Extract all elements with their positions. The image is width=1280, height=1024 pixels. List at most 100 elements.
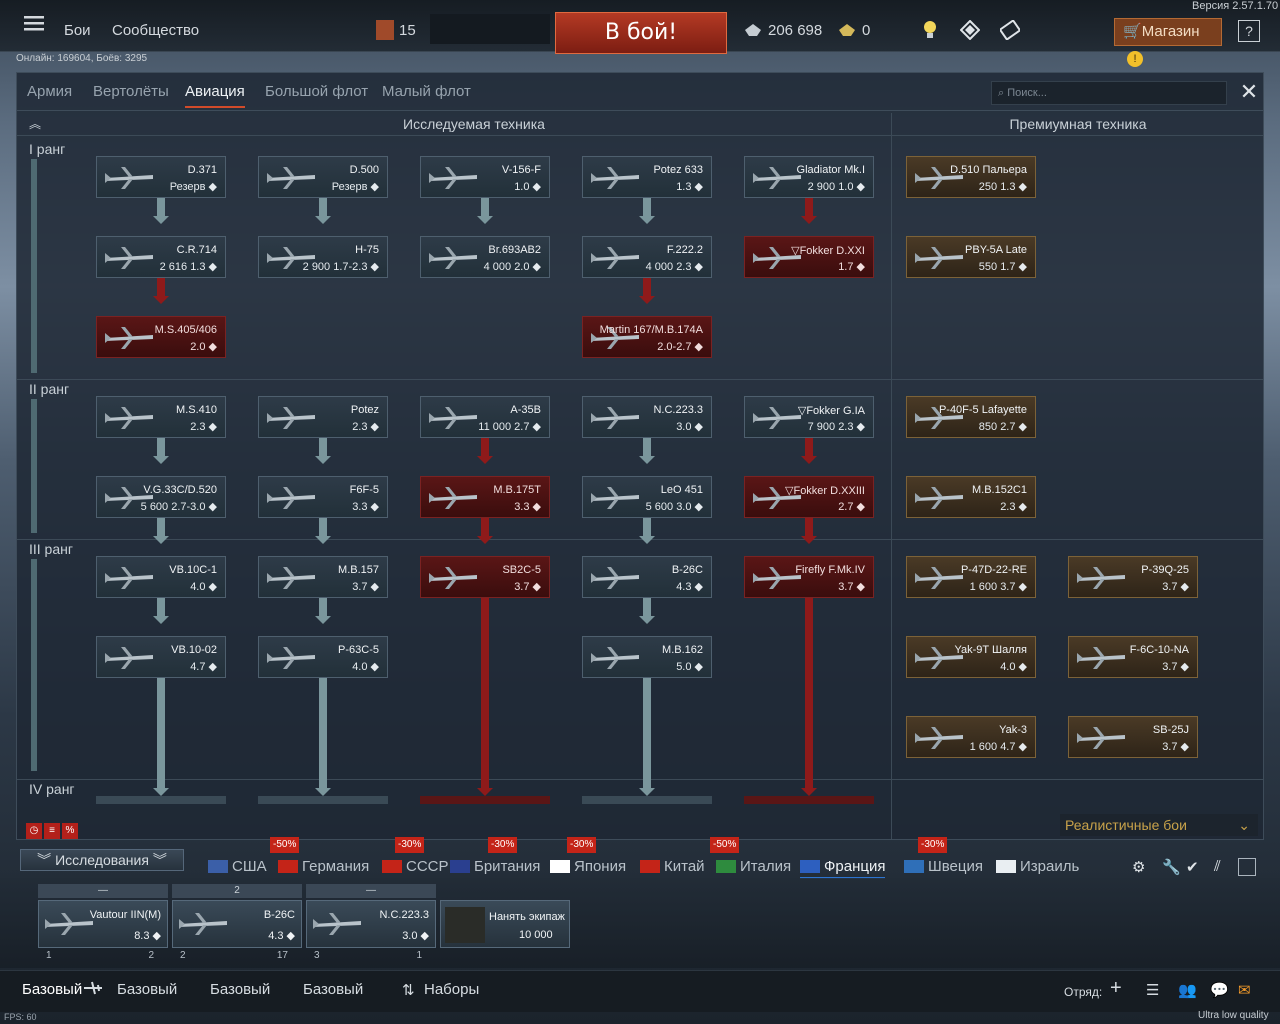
vehicle-card[interactable]: Martin 167/M.B.174A 2.0-2.7 ◆ xyxy=(582,316,712,358)
vehicle-card[interactable]: C.R.714 2 616 1.3 ◆ xyxy=(96,236,226,278)
vehicle-card[interactable]: ▽Fokker D.XXIII 2.7 ◆ xyxy=(744,476,874,518)
shop-button[interactable]: 🛒Магазин ! xyxy=(1114,18,1222,67)
vehicle-card[interactable]: ▽Fokker D.XXI 1.7 ◆ xyxy=(744,236,874,278)
next-rank-card[interactable] xyxy=(582,796,712,804)
vehicle-card[interactable]: P-40F-5 Lafayette 850 2.7 ◆ xyxy=(906,396,1036,438)
checkbox-icon[interactable] xyxy=(1238,858,1256,876)
rank-label[interactable]: II ранг xyxy=(29,381,69,397)
vehicle-card[interactable]: V.G.33C/D.520 5 600 2.7-3.0 ◆ xyxy=(96,476,226,518)
vehicle-card[interactable]: A-35B 11 000 2.7 ◆ xyxy=(420,396,550,438)
vehicle-card[interactable]: Yak-3 1 600 4.7 ◆ xyxy=(906,716,1036,758)
vehicle-card[interactable]: VB.10C-1 4.0 ◆ xyxy=(96,556,226,598)
vehicle-card[interactable]: LeO 451 5 600 3.0 ◆ xyxy=(582,476,712,518)
vehicle-card[interactable]: Firefly F.Mk.IV 3.7 ◆ xyxy=(744,556,874,598)
tab-aviation[interactable]: Авиация xyxy=(185,83,245,108)
chat-icon[interactable]: 💬 xyxy=(1210,981,1229,999)
crew-slot[interactable]: — N.C.223.3 3.0 ◆ 3 1 xyxy=(306,884,436,961)
vehicle-card[interactable]: Gladiator Mk.I 2 900 1.0 ◆ xyxy=(744,156,874,198)
crew-slot[interactable]: 2 B-26C 4.3 ◆ 2 17 xyxy=(172,884,302,961)
nation-tab[interactable]: Италия xyxy=(716,858,791,875)
vehicle-card[interactable]: B-26C 4.3 ◆ xyxy=(582,556,712,598)
vehicle-card[interactable]: M.B.175T 3.3 ◆ xyxy=(420,476,550,518)
rank-label[interactable]: IV ранг xyxy=(29,781,75,797)
vehicle-card[interactable]: P-47D-22-RE 1 600 3.7 ◆ xyxy=(906,556,1036,598)
list-icon[interactable]: ☰ xyxy=(1146,981,1159,999)
vehicle-card[interactable]: M.B.152C1 2.3 ◆ xyxy=(906,476,1036,518)
hire-crew-slot[interactable]: Нанять экипаж 10 000 xyxy=(440,884,570,960)
preset-tab[interactable]: Базовый xyxy=(303,981,363,998)
menu-community[interactable]: Сообщество xyxy=(112,22,199,39)
nation-tab[interactable]: США xyxy=(208,858,267,875)
vehicle-card[interactable]: VB.10-02 4.7 ◆ xyxy=(96,636,226,678)
vehicle-card[interactable]: M.S.410 2.3 ◆ xyxy=(96,396,226,438)
next-rank-card[interactable] xyxy=(420,796,550,804)
nation-tab[interactable]: Израиль xyxy=(996,858,1079,875)
tab-army[interactable]: Армия xyxy=(27,83,72,100)
sort-icon[interactable]: ⇅ xyxy=(402,981,415,999)
coupon-icon[interactable] xyxy=(998,19,1022,41)
vehicle-card[interactable]: F6F-5 3.3 ◆ xyxy=(258,476,388,518)
tab-bluewater-fleet[interactable]: Большой флот xyxy=(265,83,368,100)
vehicle-card[interactable]: Potez 633 1.3 ◆ xyxy=(582,156,712,198)
timer-badge-icon[interactable]: ◷ xyxy=(26,823,42,839)
menu-icon[interactable] xyxy=(24,14,44,32)
contacts-icon[interactable]: 👥 xyxy=(1178,981,1197,999)
to-battle-button[interactable]: В бой! xyxy=(555,12,727,54)
vehicle-card[interactable]: P-39Q-25 3.7 ◆ xyxy=(1068,556,1198,598)
vehicle-card[interactable]: Potez 2.3 ◆ xyxy=(258,396,388,438)
vehicle-card[interactable]: V-156-F 1.0 ◆ xyxy=(420,156,550,198)
lightbulb-icon[interactable] xyxy=(922,20,938,40)
vehicle-card[interactable]: M.B.162 5.0 ◆ xyxy=(582,636,712,678)
check-icon[interactable]: ✔ xyxy=(1186,858,1199,876)
avatar[interactable] xyxy=(376,20,394,40)
nation-tab[interactable]: Германия xyxy=(278,858,369,875)
vehicle-card[interactable]: SB-25J 3.7 ◆ xyxy=(1068,716,1198,758)
game-mode-select[interactable]: Реалистичные бои ⌄ xyxy=(1060,814,1258,836)
next-rank-card[interactable] xyxy=(96,796,226,804)
vehicle-card[interactable]: D.510 Пальера 250 1.3 ◆ xyxy=(906,156,1036,198)
sets-tab[interactable]: Наборы xyxy=(424,981,479,998)
preset-tab[interactable]: Базовый xyxy=(117,981,177,998)
add-squad-icon[interactable]: + xyxy=(1110,977,1122,1000)
vehicle-card[interactable]: Br.693AB2 4 000 2.0 ◆ xyxy=(420,236,550,278)
mail-icon[interactable]: ✉ xyxy=(1238,981,1251,999)
collapse-icon[interactable]: ︽ xyxy=(25,113,45,135)
tab-coastal-fleet[interactable]: Малый флот xyxy=(382,83,471,100)
help-button[interactable]: ? xyxy=(1238,20,1260,42)
nation-tab[interactable]: Швеция xyxy=(904,858,983,875)
nation-tab[interactable]: Британия xyxy=(450,858,540,875)
vehicle-card[interactable]: F.222.2 4 000 2.3 ◆ xyxy=(582,236,712,278)
vehicle-card[interactable]: PBY-5A Late 550 1.7 ◆ xyxy=(906,236,1036,278)
nation-tab[interactable]: СССР xyxy=(382,858,449,875)
vehicle-card[interactable]: H-75 2 900 1.7-2.3 ◆ xyxy=(258,236,388,278)
vehicle-card[interactable]: M.B.157 3.7 ◆ xyxy=(258,556,388,598)
vehicle-card[interactable]: N.C.223.3 3.0 ◆ xyxy=(582,396,712,438)
nation-tab[interactable]: Япония xyxy=(550,858,626,875)
next-rank-card[interactable] xyxy=(258,796,388,804)
rank-label[interactable]: I ранг xyxy=(29,141,65,157)
list-badge-icon[interactable]: ≡ xyxy=(44,823,60,839)
preset-tab[interactable]: Базовый xyxy=(22,981,82,998)
vehicle-card[interactable]: Yak-9T Шалля 4.0 ◆ xyxy=(906,636,1036,678)
search-input[interactable]: ⌕ Поиск... xyxy=(991,81,1227,105)
vehicle-card[interactable]: D.500 Резерв ◆ xyxy=(258,156,388,198)
preset-tab[interactable]: Базовый xyxy=(210,981,270,998)
vehicle-card[interactable]: F-6C-10-NA 3.7 ◆ xyxy=(1068,636,1198,678)
vehicle-card[interactable]: P-63C-5 4.0 ◆ xyxy=(258,636,388,678)
gear-icon[interactable]: ⚙ xyxy=(1132,858,1145,876)
crew-slot[interactable]: — Vautour IIN(M) 8.3 ◆ 1 2 xyxy=(38,884,168,961)
menu-battles[interactable]: Бои xyxy=(64,22,91,39)
nation-tab[interactable]: Франция xyxy=(800,858,886,879)
nation-tab[interactable]: Китай xyxy=(640,858,705,875)
percent-badge-icon[interactable]: % xyxy=(62,823,78,839)
next-rank-card[interactable] xyxy=(744,796,874,804)
vehicle-card[interactable]: M.S.405/406 2.0 ◆ xyxy=(96,316,226,358)
diamond-icon[interactable] xyxy=(959,19,981,41)
filter-icon[interactable]: ⫽ xyxy=(1214,858,1221,875)
wrench-icon[interactable]: 🔧 xyxy=(1162,858,1181,876)
vehicle-card[interactable]: D.371 Резерв ◆ xyxy=(96,156,226,198)
tab-helicopters[interactable]: Вертолёты xyxy=(93,83,169,100)
vehicle-card[interactable]: ▽Fokker G.IA 7 900 2.3 ◆ xyxy=(744,396,874,438)
close-icon[interactable]: ✕ xyxy=(1237,79,1261,105)
vehicle-card[interactable]: SB2C-5 3.7 ◆ xyxy=(420,556,550,598)
